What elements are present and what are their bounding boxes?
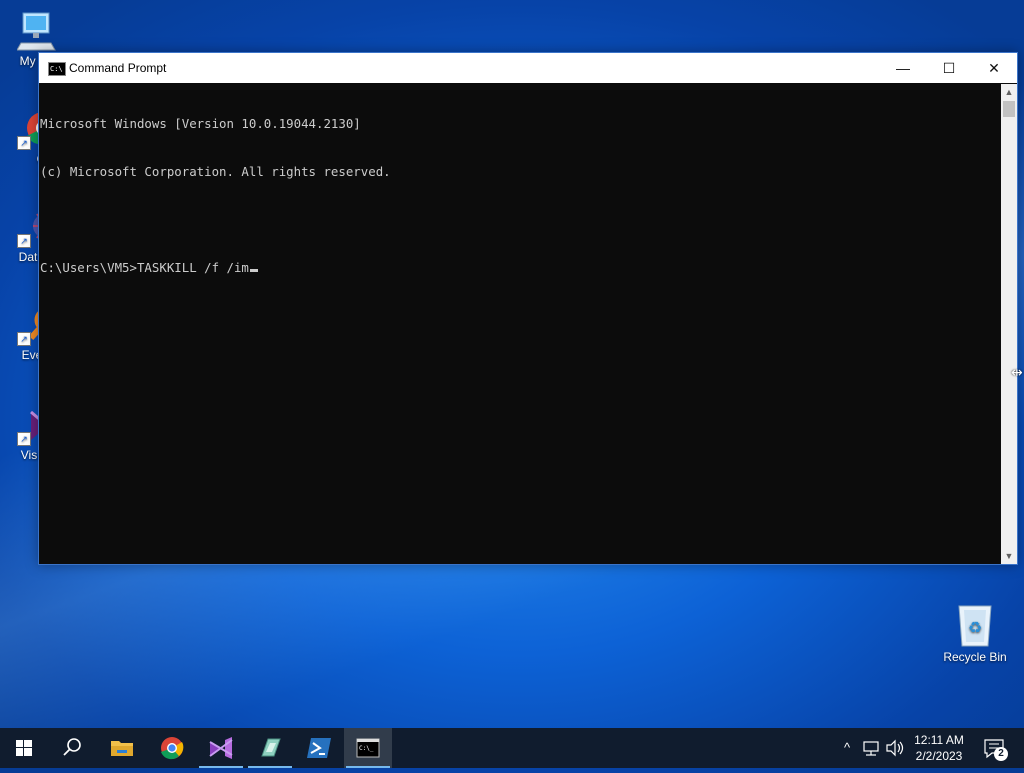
svg-text:♻: ♻ — [968, 618, 982, 637]
app-shortcut-icon[interactable] — [246, 728, 294, 768]
shortcut-arrow-icon: ↗ — [17, 234, 31, 248]
console-line: (c) Microsoft Corporation. All rights re… — [40, 164, 391, 179]
command-prompt-icon: C:\ — [48, 62, 66, 76]
svg-text:C:\_: C:\_ — [359, 745, 374, 752]
file-explorer-icon[interactable] — [98, 728, 146, 768]
recycle-bin-icon: ♻ — [955, 602, 995, 648]
clock[interactable]: 12:11 AM 2/2/2023 — [906, 732, 972, 764]
windows-start-icon[interactable] — [0, 728, 48, 768]
clock-time: 12:11 AM — [914, 733, 964, 747]
shortcut-arrow-icon: ↗ — [17, 332, 31, 346]
maximize-button[interactable]: ☐ — [926, 53, 972, 83]
close-button[interactable]: ✕ — [971, 53, 1017, 83]
scrollbar-thumb[interactable] — [1003, 101, 1015, 117]
notification-count-badge: 2 — [994, 747, 1008, 761]
console-prompt-line: C:\Users\VM5>TASKKILL /f /im — [40, 260, 1002, 276]
minimize-button[interactable]: — — [880, 53, 926, 83]
resize-cursor-icon: ⇹ — [1011, 364, 1023, 380]
scroll-up-icon[interactable]: ▲ — [1001, 84, 1017, 100]
computer-icon — [16, 10, 57, 52]
command-prompt-icon[interactable]: C:\_ — [344, 728, 392, 768]
vertical-scrollbar[interactable]: ▲ ▼ — [1001, 84, 1017, 564]
title-bar[interactable]: C:\ Command Prompt — ☐ ✕ — [39, 53, 1017, 83]
desktop-icon-label: Recycle Bin — [943, 650, 1007, 664]
console-command: C:\Users\VM5>TASKKILL /f /im — [40, 260, 249, 275]
shortcut-arrow-icon: ↗ — [17, 432, 31, 446]
console-output[interactable]: Microsoft Windows [Version 10.0.19044.21… — [39, 84, 1002, 564]
show-hidden-icons-chevron[interactable]: ^ — [838, 728, 856, 768]
scroll-down-icon[interactable]: ▼ — [1001, 548, 1017, 564]
clock-date: 2/2/2023 — [915, 749, 963, 763]
visual-studio-icon[interactable] — [197, 728, 245, 768]
chrome-icon[interactable] — [148, 728, 196, 768]
desktop-icon-recycle-bin[interactable]: ♻ Recycle Bin — [936, 602, 1014, 664]
text-cursor — [249, 269, 258, 272]
console-line: Microsoft Windows [Version 10.0.19044.21… — [40, 116, 361, 131]
powershell-icon[interactable] — [295, 728, 343, 768]
taskbar: C:\_ ^ 12:11 AM 2/2/2023 2 — [0, 728, 1024, 768]
network-icon[interactable] — [860, 728, 882, 768]
shortcut-arrow-icon: ↗ — [17, 136, 31, 150]
notification-center-icon[interactable]: 2 — [980, 728, 1010, 768]
window-title: Command Prompt — [69, 61, 167, 75]
command-prompt-window[interactable]: C:\ Command Prompt — ☐ ✕ Microsoft Windo… — [38, 52, 1018, 565]
volume-icon[interactable] — [884, 728, 906, 768]
search-icon[interactable] — [48, 728, 96, 768]
